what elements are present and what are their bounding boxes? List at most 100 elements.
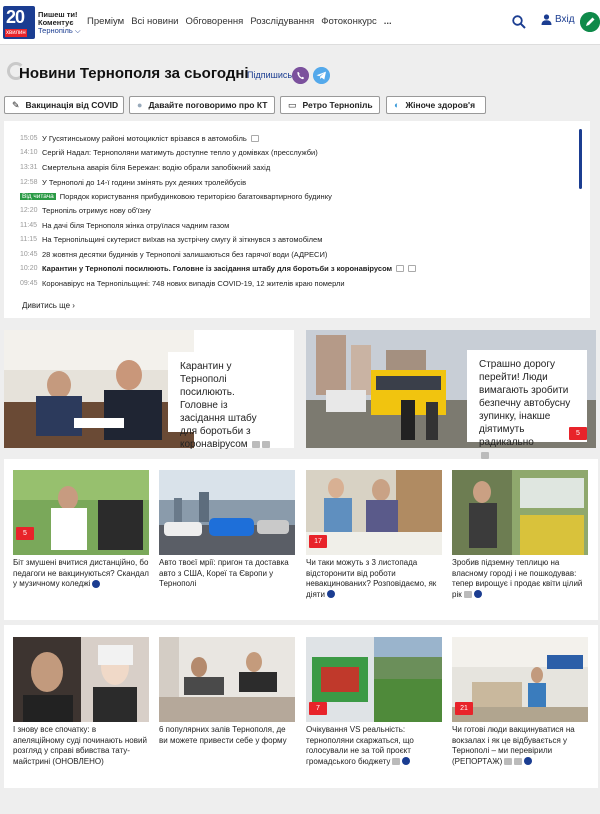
caption-text: І знову все спочатку: в апеляційному суд… bbox=[13, 725, 147, 766]
feed-item[interactable]: 12:20 Тернопіль отримує нову об'їзну bbox=[20, 206, 151, 215]
nav-photocontest[interactable]: Фотоконкурс bbox=[321, 16, 377, 27]
feed-time: 10:45 bbox=[20, 251, 38, 258]
featured-image bbox=[4, 330, 194, 448]
feed-title: У Гусятинському районі мотоцикліст вріза… bbox=[42, 134, 247, 143]
feed-time: 11:45 bbox=[20, 222, 37, 229]
comments-badge[interactable]: 5 bbox=[569, 427, 587, 440]
photo-icon bbox=[463, 590, 472, 598]
telegram-icon[interactable] bbox=[313, 67, 330, 84]
video-icon bbox=[396, 265, 405, 272]
site-logo[interactable]: 20 хвилин bbox=[3, 6, 35, 39]
caption-text: Карантин у Тернополі посилюють. Головне … bbox=[180, 361, 257, 450]
feed-time: 10:20 bbox=[20, 265, 38, 272]
reader-badge: Від читача bbox=[20, 193, 56, 200]
feed-time: 09:45 bbox=[20, 280, 38, 287]
feed-title: Смертельна аварія біля Бережан: водію об… bbox=[42, 163, 271, 172]
news-image bbox=[159, 470, 295, 555]
caption-text: Авто твоєї мрії: пригон та доставка авто… bbox=[159, 558, 289, 588]
comments-badge[interactable]: 5 bbox=[16, 527, 34, 540]
topic-label: Давайте поговоримо про КТ bbox=[148, 100, 268, 110]
user-icon bbox=[541, 14, 552, 25]
feed-item[interactable]: 15:05 У Гусятинському районі мотоцикліст … bbox=[20, 134, 259, 143]
feed-time: 13:31 bbox=[20, 164, 38, 171]
feed-item[interactable]: 11:45 На дачі біля Тернополя жінка отруїл… bbox=[20, 221, 229, 230]
topic-retro[interactable]: ▭ Ретро Тернопіль bbox=[280, 96, 380, 114]
topic-label: Жіноче здоров'я bbox=[405, 100, 476, 110]
write-post-icon[interactable] bbox=[580, 12, 600, 32]
viber-icon[interactable] bbox=[292, 67, 309, 84]
health-icon: ◐ bbox=[394, 100, 400, 110]
premium-star-icon bbox=[92, 579, 101, 588]
premium-star-icon bbox=[473, 590, 482, 599]
feed-time: 11:15 bbox=[20, 236, 37, 243]
feed-time: 15:05 bbox=[20, 135, 38, 142]
nav-investigations[interactable]: Розслідування bbox=[250, 16, 314, 27]
comments-badge[interactable]: 21 bbox=[455, 702, 473, 715]
news-image bbox=[13, 470, 149, 555]
tagline: Пишеш ти! Коментує Тернопіль ⌵ bbox=[38, 11, 81, 35]
feed-item[interactable]: 10:45 28 жовтня десятки будинків у Терноп… bbox=[20, 250, 327, 259]
news-caption: Чи готові люди вакцинуватися на вокзалах… bbox=[452, 725, 588, 767]
nav-all-news[interactable]: Всі новини bbox=[131, 16, 178, 27]
logo-sub: хвилин bbox=[5, 29, 27, 37]
nav-premium[interactable]: Преміум bbox=[87, 16, 124, 27]
featured-caption: Карантин у Тернополі посилюють. Головне … bbox=[168, 352, 283, 450]
topic-covid-vaccination[interactable]: ✎ Вакцинація від COVID bbox=[4, 96, 124, 114]
topic-women-health[interactable]: ◐ Жіноче здоров'я bbox=[386, 96, 486, 114]
photo-icon bbox=[504, 757, 513, 765]
premium-star-icon bbox=[326, 590, 335, 599]
nav-discussions[interactable]: Обговорення bbox=[186, 16, 244, 27]
news-image bbox=[13, 637, 149, 722]
comments-badge[interactable]: 17 bbox=[309, 535, 327, 548]
city-selector[interactable]: Тернопіль ⌵ bbox=[38, 27, 81, 35]
topic-kt[interactable]: ● Давайте поговоримо про КТ bbox=[129, 96, 275, 114]
feed-scrollbar[interactable] bbox=[579, 129, 582, 189]
premium-star-icon bbox=[402, 757, 411, 766]
feed-title: Тернопіль отримує нову об'їзну bbox=[42, 206, 151, 215]
video-icon bbox=[514, 757, 523, 765]
news-caption: Очікування VS реальність: тернополяни ск… bbox=[306, 725, 442, 767]
photo-icon bbox=[408, 265, 417, 272]
feed-title: Сергій Надал: Тернополяни матимуть досту… bbox=[42, 148, 318, 157]
news-caption: Біт змушені вчитися дистанційно, бо педа… bbox=[13, 558, 149, 590]
feed-item[interactable]: 12:58 У Тернополі до 14-ї години змінять … bbox=[20, 178, 246, 187]
feed-title: На Тернопільщині скутерист виїхав на зус… bbox=[42, 235, 323, 244]
login-button[interactable]: Вхід bbox=[541, 14, 575, 25]
search-icon[interactable] bbox=[512, 15, 526, 29]
logo-number: 20 bbox=[6, 7, 25, 27]
feed-title: Порядок користування прибудинковою терит… bbox=[59, 192, 332, 201]
news-feed: 15:05 У Гусятинському районі мотоцикліст … bbox=[4, 121, 590, 318]
see-more-link[interactable]: Дивитись ще › bbox=[22, 301, 75, 310]
topic-label: Ретро Тернопіль bbox=[302, 100, 373, 110]
feed-time: 12:20 bbox=[20, 207, 38, 214]
feed-item[interactable]: 13:31 Смертельна аварія біля Бережан: вод… bbox=[20, 163, 270, 172]
news-caption: Авто твоєї мрії: пригон та доставка авто… bbox=[159, 558, 295, 590]
featured-card[interactable]: Страшно дорогу перейти! Люди вимагають з… bbox=[306, 330, 596, 459]
feed-item[interactable]: 10:20 Карантин у Тернополі посилюють. Гол… bbox=[20, 264, 417, 273]
featured-card[interactable]: Карантин у Тернополі посилюють. Головне … bbox=[4, 330, 294, 450]
syringe-icon: ✎ bbox=[12, 99, 20, 110]
feed-item[interactable]: 11:15 На Тернопільщині скутерист виїхав н… bbox=[20, 235, 322, 244]
feed-item[interactable]: 14:10 Сергій Надал: Тернополяни матимуть … bbox=[20, 148, 318, 157]
feed-item[interactable]: Від читача Порядок користування прибудинк… bbox=[20, 192, 332, 201]
feed-item[interactable]: 09:45 Коронавірус на Тернопільщині: 748 н… bbox=[20, 279, 345, 288]
site-header: 20 хвилин Пишеш ти! Коментує Тернопіль ⌵… bbox=[0, 0, 600, 45]
kt-icon: ● bbox=[137, 100, 143, 110]
feed-title: На дачі біля Тернополя жінка отруїлася ч… bbox=[42, 221, 230, 230]
photo-icon bbox=[481, 451, 489, 459]
feed-title: 28 жовтня десятки будинків у Тернополі з… bbox=[42, 250, 328, 259]
news-caption: Чи таки можуть з 3 листопада відсторонит… bbox=[306, 558, 442, 600]
news-caption: І знову все спочатку: в апеляційному суд… bbox=[13, 725, 149, 767]
caption-text: Страшно дорогу перейти! Люди вимагають з… bbox=[479, 359, 571, 448]
premium-star-icon bbox=[524, 757, 533, 766]
photo-icon bbox=[262, 440, 271, 448]
feed-title: У Тернополі до 14-ї години змінять рух д… bbox=[42, 178, 247, 187]
photo-icon bbox=[250, 135, 259, 142]
news-image bbox=[452, 470, 588, 555]
news-image bbox=[159, 637, 295, 722]
caption-text: Чи таки можуть з 3 листопада відсторонит… bbox=[306, 558, 437, 599]
page-title: Новини Тернополя за сьогодні bbox=[19, 65, 249, 82]
subscribe-link[interactable]: Підпишись bbox=[247, 70, 292, 80]
nav-more[interactable]: ... bbox=[384, 16, 392, 27]
comments-badge[interactable]: 7 bbox=[309, 702, 327, 715]
